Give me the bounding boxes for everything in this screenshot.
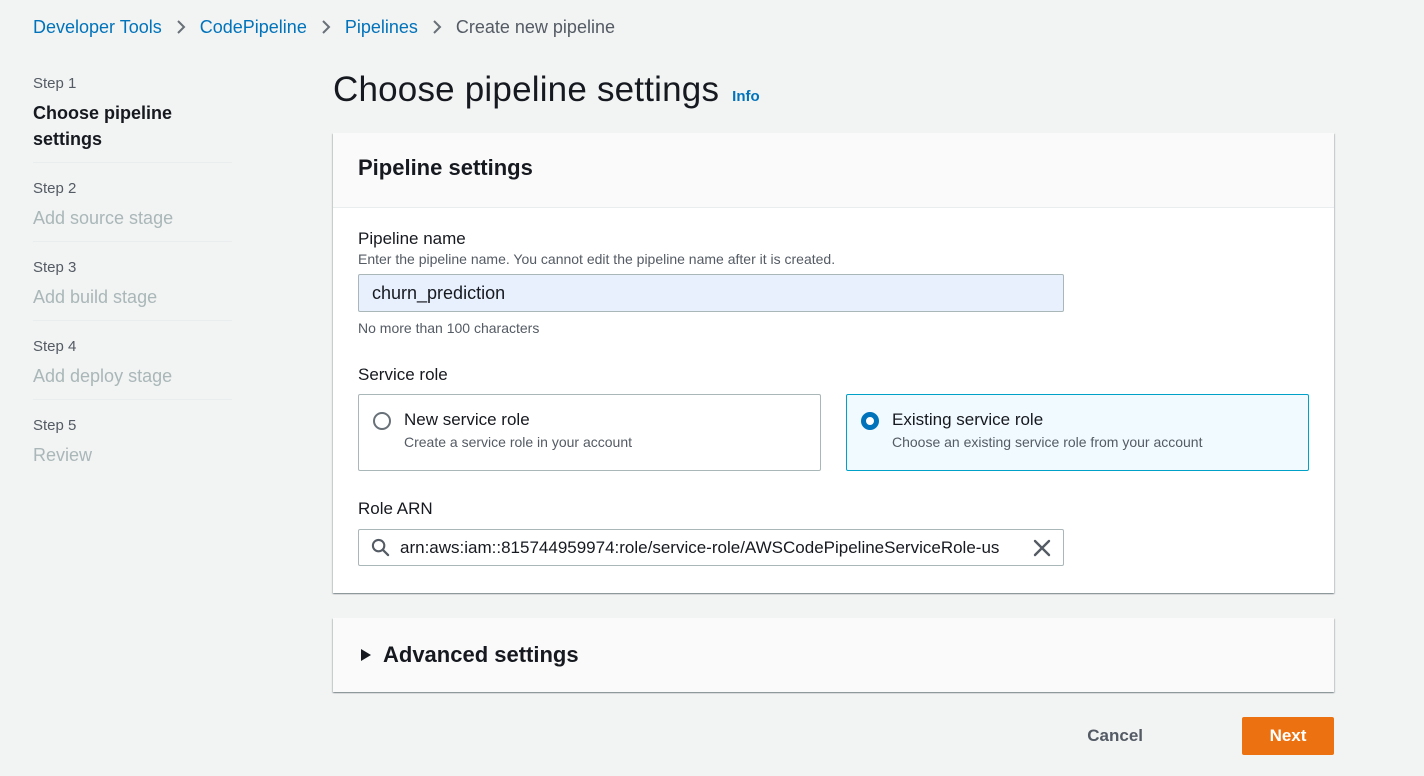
breadcrumb: Developer Tools CodePipeline Pipelines C… — [33, 16, 615, 38]
breadcrumb-developer-tools[interactable]: Developer Tools — [33, 17, 162, 38]
step-5: Step 5 Review — [33, 416, 232, 478]
pipeline-name-description: Enter the pipeline name. You cannot edit… — [358, 251, 836, 267]
breadcrumb-codepipeline[interactable]: CodePipeline — [200, 17, 307, 38]
step-title: Add deploy stage — [33, 366, 173, 386]
page-title: Choose pipeline settings — [333, 70, 720, 109]
step-number: Step 5 — [33, 417, 77, 434]
service-role-label: Service role — [358, 365, 448, 384]
step-1: Step 1 Choose pipeline settings — [33, 74, 232, 163]
breadcrumb-pipelines[interactable]: Pipelines — [345, 17, 418, 38]
pipeline-name-input[interactable] — [358, 274, 1064, 312]
step-title: Add build stage — [33, 287, 158, 307]
new-service-role-tile[interactable]: New service role Create a service role i… — [358, 394, 821, 471]
existing-service-role-tile[interactable]: Existing service role Choose an existing… — [846, 394, 1309, 471]
cancel-button[interactable]: Cancel — [1067, 717, 1163, 755]
step-3: Step 3 Add build stage — [33, 258, 232, 321]
caret-right-icon — [361, 649, 371, 661]
tile-title: New service role — [404, 410, 530, 429]
chevron-right-icon — [432, 19, 442, 35]
radio-checked-icon[interactable] — [861, 412, 879, 430]
next-button[interactable]: Next — [1242, 717, 1334, 755]
step-title: Review — [33, 445, 93, 465]
role-arn-label: Role ARN — [358, 499, 433, 518]
search-icon — [371, 538, 390, 557]
chevron-right-icon — [321, 19, 331, 35]
tile-title: Existing service role — [892, 410, 1044, 429]
pipeline-settings-panel: Pipeline settings Pipeline name Enter th… — [333, 133, 1334, 593]
step-number: Step 3 — [33, 259, 77, 276]
radio-unchecked-icon[interactable] — [373, 412, 391, 430]
step-4: Step 4 Add deploy stage — [33, 337, 232, 400]
chevron-right-icon — [176, 19, 186, 35]
advanced-settings-title: Advanced settings — [383, 642, 579, 667]
role-arn-field — [358, 529, 1064, 566]
info-link[interactable]: Info — [732, 88, 760, 105]
wizard-actions: Cancel Next — [1067, 717, 1334, 755]
tile-description: Create a service role in your account — [404, 434, 632, 450]
panel-title: Pipeline settings — [358, 155, 533, 180]
step-number: Step 4 — [33, 338, 77, 355]
step-title: Choose pipeline settings — [33, 103, 173, 149]
service-role-tiles: New service role Create a service role i… — [358, 394, 1309, 471]
tile-description: Choose an existing service role from you… — [892, 434, 1203, 450]
step-number: Step 2 — [33, 180, 77, 197]
pipeline-name-constraint: No more than 100 characters — [358, 320, 540, 336]
breadcrumb-current: Create new pipeline — [455, 16, 615, 37]
role-arn-input[interactable] — [400, 537, 1025, 558]
page-header: Choose pipeline settings Info — [333, 70, 1334, 112]
main-content: Choose pipeline settings Info Pipeline s… — [333, 70, 1334, 755]
panel-header: Pipeline settings — [333, 133, 1334, 208]
step-2: Step 2 Add source stage — [33, 179, 232, 242]
pipeline-name-label: Pipeline name — [358, 229, 466, 248]
advanced-settings-expander[interactable]: Advanced settings — [333, 618, 1334, 692]
close-icon[interactable] — [1033, 539, 1051, 557]
step-number: Step 1 — [33, 75, 77, 92]
wizard-steps-nav: Step 1 Choose pipeline settings Step 2 A… — [33, 74, 232, 494]
step-title: Add source stage — [33, 208, 174, 228]
panel-body: Pipeline name Enter the pipeline name. Y… — [333, 208, 1334, 586]
